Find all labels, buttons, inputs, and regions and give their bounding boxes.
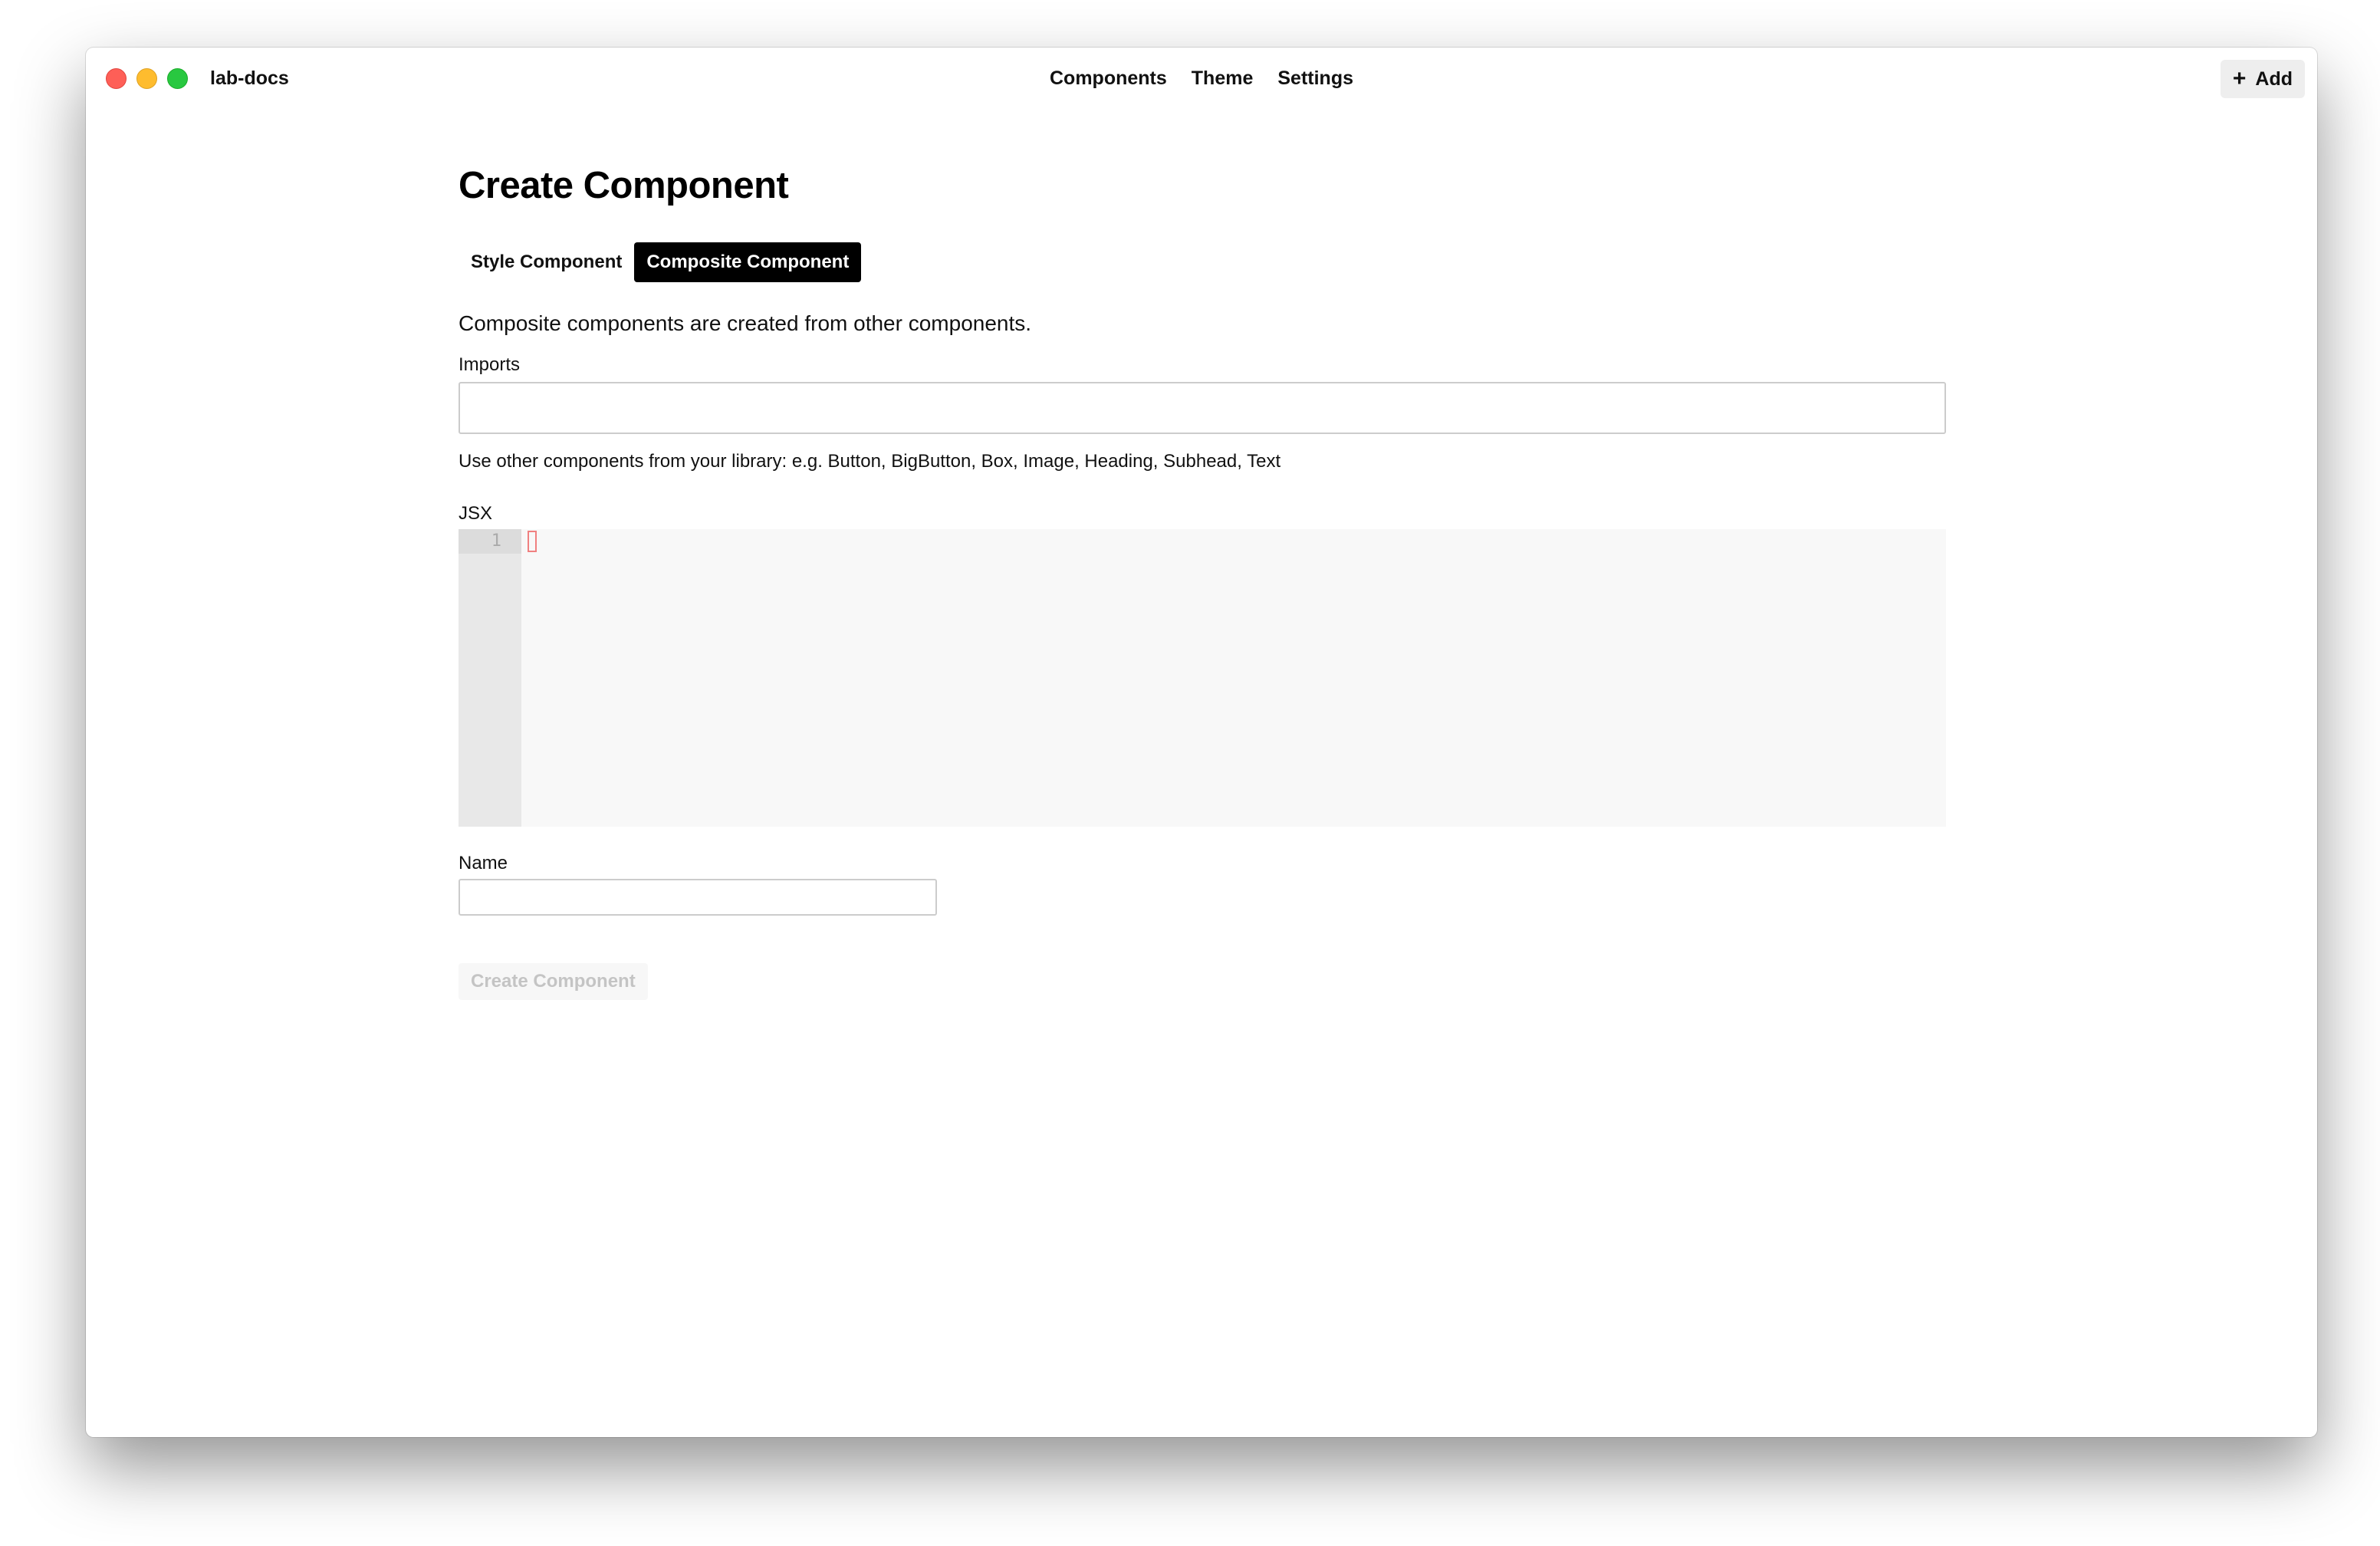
create-component-button[interactable]: Create Component <box>459 963 648 1000</box>
add-button[interactable]: + Add <box>2220 60 2305 98</box>
text-cursor <box>528 531 537 552</box>
jsx-code-editor[interactable]: 1 <box>459 529 1946 827</box>
zoom-window-button[interactable] <box>167 68 188 89</box>
page-title: Create Component <box>459 165 789 206</box>
name-label: Name <box>459 853 508 873</box>
jsx-label: JSX <box>459 503 493 524</box>
line-number: 1 <box>459 529 521 554</box>
tab-style-component[interactable]: Style Component <box>459 242 634 282</box>
close-window-button[interactable] <box>106 68 127 89</box>
component-type-tabs: Style Component Composite Component <box>459 242 1946 282</box>
app-name: lab-docs <box>210 67 289 89</box>
imports-input[interactable] <box>459 382 1946 434</box>
nav-item-settings[interactable]: Settings <box>1277 63 1353 94</box>
tab-composite-component[interactable]: Composite Component <box>634 242 862 282</box>
title-bar[interactable]: lab-docs Components Theme Settings + Add <box>86 48 2317 106</box>
nav-item-theme[interactable]: Theme <box>1192 63 1254 94</box>
editor-code-area[interactable] <box>521 529 1946 827</box>
imports-label: Imports <box>459 354 521 375</box>
nav-item-components[interactable]: Components <box>1050 63 1167 94</box>
plus-icon: + <box>2232 66 2247 91</box>
page-description: Composite components are created from ot… <box>459 311 1032 335</box>
add-button-label: Add <box>2255 67 2293 90</box>
app-window: lab-docs Components Theme Settings + Add… <box>86 48 2317 1437</box>
name-input[interactable] <box>459 879 937 916</box>
editor-gutter: 1 <box>459 529 521 827</box>
minimize-window-button[interactable] <box>136 68 157 89</box>
main-nav: Components Theme Settings <box>86 63 2317 94</box>
main-content: Create Component Style Component Composi… <box>459 155 1946 1000</box>
imports-hint: Use other components from your library: … <box>459 451 1281 472</box>
